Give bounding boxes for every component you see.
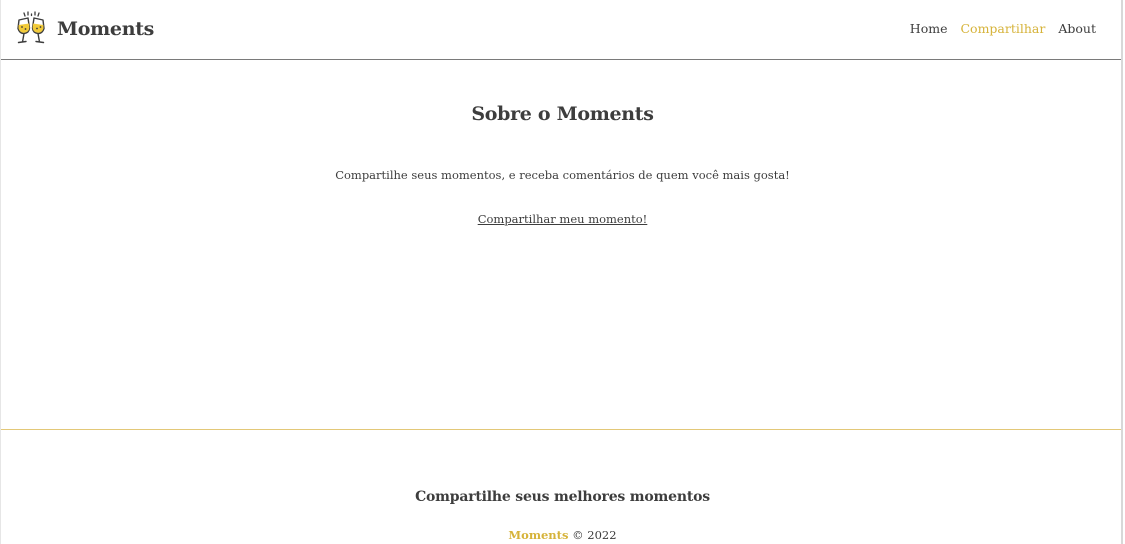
main-content: Sobre o Moments Compartilhe seus momento…: [1, 61, 1123, 429]
page: Moments Home Compartilhar About Sobre o …: [0, 0, 1123, 544]
footer-title: Compartilhe seus melhores momentos: [415, 489, 710, 505]
scrollbar[interactable]: [1121, 0, 1123, 544]
footer: Compartilhe seus melhores momentos Momen…: [1, 429, 1123, 544]
nav-links: Home Compartilhar About: [910, 21, 1096, 36]
brand-link[interactable]: Moments: [13, 11, 154, 47]
page-description: Compartilhe seus momentos, e receba come…: [335, 168, 790, 182]
nav-link-home[interactable]: Home: [910, 21, 948, 36]
navbar: Moments Home Compartilhar About: [1, 0, 1123, 60]
nav-link-compartilhar[interactable]: Compartilhar: [960, 21, 1045, 36]
brand-name: Moments: [57, 18, 155, 40]
champagne-toast-icon: [17, 11, 45, 44]
footer-copyright-text: © 2022: [572, 528, 617, 542]
page-title: Sobre o Moments: [471, 103, 654, 125]
footer-copyright: Moments © 2022: [1, 528, 1123, 542]
nav-link-about[interactable]: About: [1058, 21, 1096, 36]
footer-brand: Moments: [508, 528, 569, 542]
share-moment-link[interactable]: Compartilhar meu momento!: [1, 212, 1123, 226]
